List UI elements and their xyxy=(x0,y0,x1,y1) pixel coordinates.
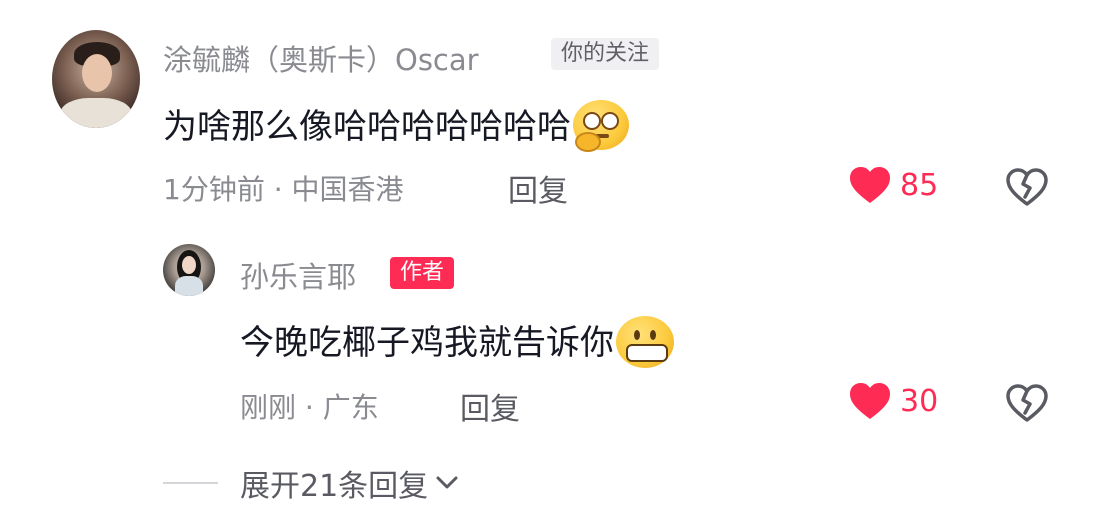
thinking-face-emoji-icon xyxy=(573,99,629,152)
heart-icon xyxy=(850,383,890,419)
comment-text: 为啥那么像哈哈哈哈哈哈哈 xyxy=(163,99,629,152)
avatar[interactable] xyxy=(52,30,140,128)
grinning-face-emoji-icon xyxy=(616,315,674,368)
chevron-down-icon xyxy=(436,476,458,489)
following-badge: 你的关注 xyxy=(551,38,660,70)
heart-icon xyxy=(850,167,890,203)
reply-text-content: 今晚吃椰子鸡我就告诉你 xyxy=(240,323,614,363)
reply-button[interactable]: 回复 xyxy=(508,166,568,210)
reply-avatar-face xyxy=(182,256,196,274)
reply-like-button[interactable]: 30 xyxy=(848,381,938,421)
reply-reply-button[interactable]: 回复 xyxy=(460,384,520,428)
comment-username[interactable]: 涂毓麟（奥斯卡）Oscar xyxy=(163,37,479,79)
avatar-face xyxy=(82,54,112,92)
expand-replies-label: 展开21条回复 xyxy=(240,469,429,504)
reply-username[interactable]: 孙乐言耶 xyxy=(240,254,356,296)
reply-meta: 刚刚 · 广东 xyxy=(240,391,379,424)
author-badge: 作者 xyxy=(390,257,455,289)
broken-heart-icon[interactable] xyxy=(1005,167,1049,207)
broken-heart-icon[interactable] xyxy=(1005,383,1049,423)
like-count: 85 xyxy=(900,167,939,203)
avatar-shirt xyxy=(60,98,132,128)
comment-text-content: 为啥那么像哈哈哈哈哈哈哈 xyxy=(163,107,571,147)
reply-like-count: 30 xyxy=(900,383,939,419)
reply-text: 今晚吃椰子鸡我就告诉你 xyxy=(240,315,674,368)
reply-avatar[interactable] xyxy=(163,244,215,296)
expand-replies-button[interactable]: 展开21条回复 xyxy=(163,461,460,505)
reply-avatar-dress xyxy=(175,276,203,296)
divider xyxy=(163,482,218,484)
like-button[interactable]: 85 xyxy=(848,165,938,205)
comment-meta: 1分钟前 · 中国香港 xyxy=(163,173,404,206)
